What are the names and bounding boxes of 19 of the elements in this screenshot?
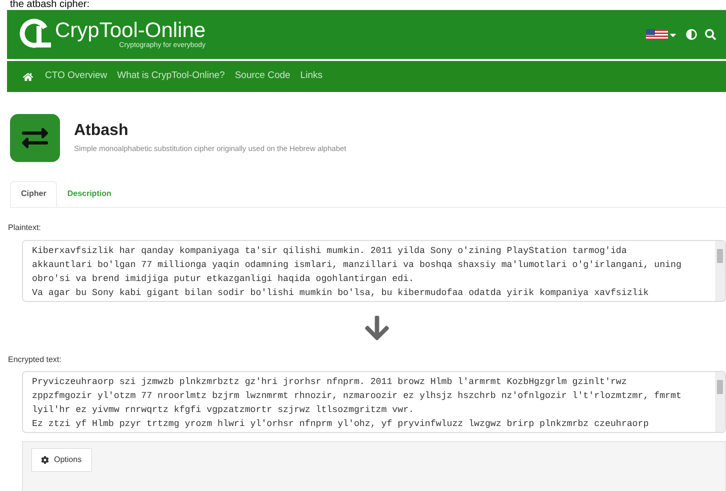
arrow-down-icon [362,314,390,342]
field-label: Plaintext: [8,223,42,233]
flag-icon[interactable] [646,29,668,40]
tab[interactable]: Cipher [10,181,58,207]
nav-link[interactable]: Links [300,69,322,84]
home-icon[interactable] [23,72,33,82]
search-icon[interactable] [705,29,716,40]
gear-icon [41,456,49,464]
nav-link[interactable]: Source Code [234,69,290,84]
tab[interactable]: Description [57,181,122,207]
nav-link[interactable]: What is CrypTool-Online? [117,69,225,84]
logo-text: CrypTool-Online [55,20,206,42]
caption-text: the atbash cipher: [10,0,90,10]
tool-title: Atbash [74,121,130,142]
nav-link[interactable]: CTO Overview [45,69,108,84]
tool-icon [10,114,60,162]
options-button[interactable]: Options [31,448,92,472]
field-label: Encrypted text: [8,355,62,365]
contrast-icon[interactable] [686,29,697,40]
